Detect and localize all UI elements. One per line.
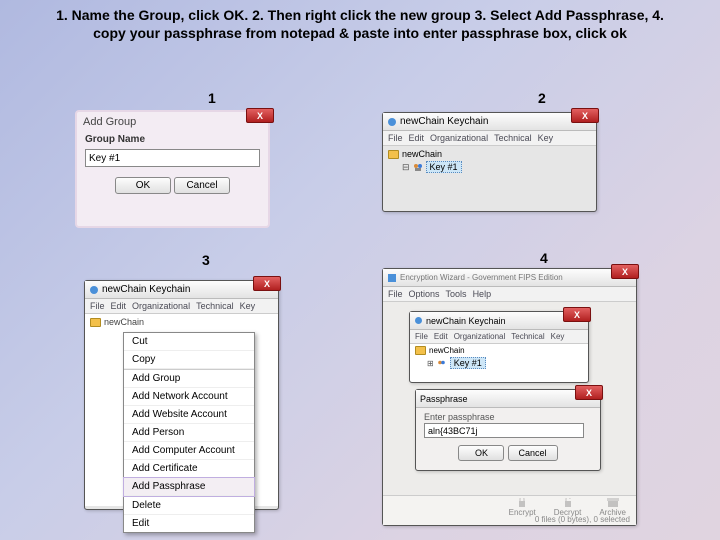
menu-file[interactable]: File <box>388 289 403 299</box>
context-menu: Cut Copy Add Group Add Network Account A… <box>123 332 255 533</box>
menu-edit[interactable]: Edit <box>409 133 425 143</box>
menu-item-add-group[interactable]: Add Group <box>124 370 254 388</box>
step-1-label: 1 <box>208 90 216 106</box>
ok-button[interactable]: OK <box>115 177 171 194</box>
group-icon <box>437 358 447 368</box>
app-icon <box>89 285 99 295</box>
tree-root-label: newChain <box>104 317 144 327</box>
keychain-window-2: newChain Keychain X File Edit Organizati… <box>84 280 279 510</box>
cancel-button[interactable]: Cancel <box>174 177 230 194</box>
app-icon <box>414 316 423 325</box>
menubar: File Edit Organizational Technical Key <box>383 131 596 146</box>
menu-item-cut[interactable]: Cut <box>124 333 254 351</box>
close-icon[interactable]: X <box>611 264 639 279</box>
close-icon[interactable]: X <box>563 307 591 322</box>
encrypt-icon[interactable]: Encrypt <box>509 498 536 517</box>
menu-item-edit[interactable]: Edit <box>124 515 254 532</box>
menu-item-add-network[interactable]: Add Network Account <box>124 388 254 406</box>
menu-technical[interactable]: Technical <box>196 301 234 311</box>
window-title: newChain Keychain <box>400 116 488 127</box>
tree-item-label: Key #1 <box>450 357 486 369</box>
tree-root-label: newChain <box>429 346 465 355</box>
status-text: 0 files (0 bytes), 0 selected <box>535 515 630 524</box>
encryption-wizard-window: Encryption Wizard - Government FIPS Edit… <box>382 268 637 526</box>
tree-root[interactable]: newChain <box>415 346 583 355</box>
menu-key[interactable]: Key <box>551 332 565 341</box>
tree-item-key[interactable]: ⊞ Key #1 <box>427 357 583 369</box>
tree-item-key[interactable]: ⊟ Key #1 <box>402 161 591 173</box>
menu-technical[interactable]: Technical <box>511 332 544 341</box>
folder-icon <box>90 318 101 327</box>
add-group-dialog: Add Group X Group Name OK Cancel <box>75 110 270 228</box>
passphrase-input[interactable] <box>424 423 584 438</box>
keychain-window-nested: newChain Keychain X File Edit Organizati… <box>409 311 589 383</box>
app-icon <box>387 273 397 283</box>
tree-root[interactable]: newChain <box>388 149 591 159</box>
close-icon[interactable]: X <box>571 108 599 123</box>
window-title: newChain Keychain <box>426 316 506 326</box>
menu-item-add-website[interactable]: Add Website Account <box>124 406 254 424</box>
group-icon <box>413 162 423 172</box>
menu-organizational[interactable]: Organizational <box>132 301 190 311</box>
menu-key[interactable]: Key <box>240 301 256 311</box>
menu-item-copy[interactable]: Copy <box>124 351 254 369</box>
tree-root[interactable]: newChain <box>90 317 273 327</box>
titlebar: newChain Keychain X <box>85 281 278 299</box>
menu-file[interactable]: File <box>90 301 105 311</box>
menu-file[interactable]: File <box>388 133 403 143</box>
status-bar: Encrypt Decrypt Archive 0 files (0 bytes… <box>383 495 636 525</box>
step-2-label: 2 <box>538 90 546 106</box>
window-title: newChain Keychain <box>102 284 190 295</box>
menu-edit[interactable]: Edit <box>111 301 127 311</box>
step-3-label: 3 <box>202 252 210 268</box>
menu-help[interactable]: Help <box>473 289 492 299</box>
menu-item-add-person[interactable]: Add Person <box>124 424 254 442</box>
close-icon[interactable]: X <box>575 385 603 400</box>
passphrase-label: Enter passphrase <box>416 408 600 423</box>
menu-edit[interactable]: Edit <box>434 332 448 341</box>
group-name-label: Group Name <box>77 132 268 147</box>
folder-icon <box>388 150 399 159</box>
titlebar: newChain Keychain X <box>410 312 588 330</box>
menu-technical[interactable]: Technical <box>494 133 532 143</box>
titlebar: newChain Keychain X <box>383 113 596 131</box>
folder-icon <box>415 346 426 355</box>
tree-root-label: newChain <box>402 149 442 159</box>
app-icon <box>387 117 397 127</box>
close-icon[interactable]: X <box>253 276 281 291</box>
menu-item-add-passphrase[interactable]: Add Passphrase <box>124 478 254 496</box>
instructions-text: 1. Name the Group, click OK. 2. Then rig… <box>0 0 720 44</box>
menu-key[interactable]: Key <box>538 133 554 143</box>
menu-tools[interactable]: Tools <box>446 289 467 299</box>
menu-item-delete[interactable]: Delete <box>124 497 254 515</box>
menu-options[interactable]: Options <box>409 289 440 299</box>
menubar: File Options Tools Help <box>383 287 636 302</box>
passphrase-dialog: Passphrase X Enter passphrase OK Cancel <box>415 389 601 471</box>
dialog-title: Passphrase <box>420 394 468 404</box>
titlebar: Encryption Wizard - Government FIPS Edit… <box>383 269 636 287</box>
encrypt-label: Encrypt <box>509 508 536 517</box>
ok-button[interactable]: OK <box>458 445 504 461</box>
menu-organizational[interactable]: Organizational <box>454 332 506 341</box>
menubar: File Edit Organizational Technical Key <box>85 299 278 314</box>
menu-organizational[interactable]: Organizational <box>430 133 488 143</box>
keychain-window-1: newChain Keychain X File Edit Organizati… <box>382 112 597 212</box>
menu-item-add-certificate[interactable]: Add Certificate <box>124 460 254 478</box>
group-name-input[interactable] <box>85 149 260 167</box>
cancel-button[interactable]: Cancel <box>508 445 558 461</box>
close-icon[interactable]: X <box>246 108 274 123</box>
titlebar: Passphrase X <box>416 390 600 408</box>
dialog-title-text: Add Group <box>83 116 136 128</box>
window-title: Encryption Wizard - Government FIPS Edit… <box>400 273 563 282</box>
menubar: File Edit Organizational Technical Key <box>410 330 588 344</box>
menu-file[interactable]: File <box>415 332 428 341</box>
dialog-title: Add Group X <box>77 112 268 132</box>
tree-item-label: Key #1 <box>426 161 462 173</box>
menu-item-add-computer[interactable]: Add Computer Account <box>124 442 254 460</box>
step-4-label: 4 <box>540 250 548 266</box>
